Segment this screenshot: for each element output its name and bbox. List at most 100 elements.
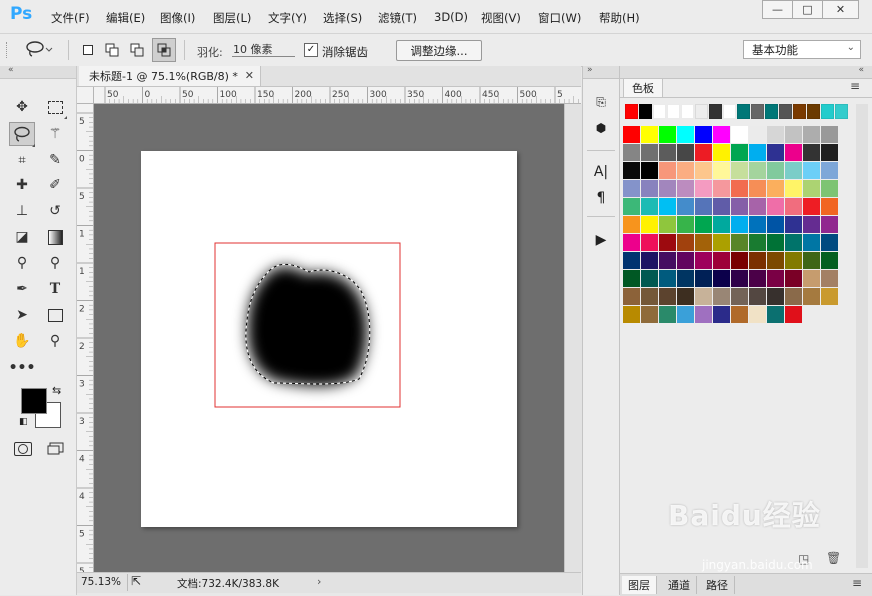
color-swatch[interactable] <box>713 306 730 323</box>
color-swatch[interactable] <box>821 216 838 233</box>
color-swatch[interactable] <box>821 234 838 251</box>
color-swatch[interactable] <box>731 270 748 287</box>
color-swatch[interactable] <box>713 180 730 197</box>
color-swatch[interactable] <box>695 270 712 287</box>
color-swatch[interactable] <box>623 216 640 233</box>
pen-tool[interactable]: ✒ <box>11 278 33 300</box>
color-swatch[interactable] <box>785 288 802 305</box>
clone-stamp-tool[interactable]: ⊥ <box>11 200 33 222</box>
menu-3d[interactable]: 3D(D) <box>434 10 468 24</box>
maximize-button[interactable]: □ <box>792 0 823 19</box>
color-swatch[interactable] <box>641 252 658 269</box>
paragraph-panel-button[interactable]: ¶ <box>591 188 611 208</box>
healing-brush-tool[interactable]: ✚ <box>11 174 33 196</box>
eraser-tool[interactable]: ◪ <box>11 226 33 248</box>
color-swatch[interactable] <box>749 144 766 161</box>
color-swatch[interactable] <box>713 234 730 251</box>
color-swatch[interactable] <box>803 270 820 287</box>
actions-panel-button[interactable]: ▶ <box>591 230 611 250</box>
quick-mask-button[interactable] <box>14 442 32 456</box>
vertical-scrollbar[interactable] <box>564 104 582 572</box>
recent-swatch[interactable] <box>681 104 694 119</box>
recent-swatch[interactable] <box>639 104 652 119</box>
color-swatch[interactable] <box>767 180 784 197</box>
color-swatch[interactable] <box>623 198 640 215</box>
color-swatch[interactable] <box>695 126 712 143</box>
color-swatch[interactable] <box>641 288 658 305</box>
recent-swatch[interactable] <box>807 104 820 119</box>
recent-swatch[interactable] <box>793 104 806 119</box>
color-swatch[interactable] <box>659 306 676 323</box>
add-to-selection-button[interactable] <box>102 40 122 60</box>
color-swatch[interactable] <box>677 270 694 287</box>
color-swatch[interactable] <box>641 306 658 323</box>
color-swatch[interactable] <box>785 162 802 179</box>
color-swatch[interactable] <box>731 252 748 269</box>
intersect-selection-button[interactable] <box>152 38 176 62</box>
color-swatch[interactable] <box>641 144 658 161</box>
color-swatch[interactable] <box>767 306 784 323</box>
color-swatch[interactable] <box>731 288 748 305</box>
color-swatch[interactable] <box>821 198 838 215</box>
color-swatch[interactable] <box>713 270 730 287</box>
color-swatch[interactable] <box>803 144 820 161</box>
color-swatch[interactable] <box>767 252 784 269</box>
color-swatch[interactable] <box>803 252 820 269</box>
color-swatch[interactable] <box>641 270 658 287</box>
zoom-level[interactable]: 75.13% <box>81 576 121 588</box>
color-swatch[interactable] <box>695 180 712 197</box>
swatches-tab[interactable]: 色板 <box>623 78 663 97</box>
color-swatch[interactable] <box>641 216 658 233</box>
color-swatch[interactable] <box>713 126 730 143</box>
color-swatch[interactable] <box>767 288 784 305</box>
color-swatch[interactable] <box>659 234 676 251</box>
recent-swatch[interactable] <box>835 104 848 119</box>
color-swatch[interactable] <box>659 288 676 305</box>
color-swatch[interactable] <box>767 198 784 215</box>
gradient-tool[interactable] <box>44 226 66 248</box>
menu-image[interactable]: 图像(I) <box>160 10 195 26</box>
color-swatch[interactable] <box>785 198 802 215</box>
color-swatch[interactable] <box>713 162 730 179</box>
color-swatch[interactable] <box>641 234 658 251</box>
color-swatch[interactable] <box>749 306 766 323</box>
color-swatch[interactable] <box>749 126 766 143</box>
menu-edit[interactable]: 编辑(E) <box>106 10 145 26</box>
color-swatch[interactable] <box>821 126 838 143</box>
marquee-tool[interactable] <box>44 96 66 118</box>
foreground-color-swatch[interactable] <box>21 388 47 414</box>
tab-paths[interactable]: 路径 <box>700 576 735 594</box>
workspace-select[interactable]: 基本功能 ⌄ <box>743 40 861 59</box>
path-selection-tool[interactable]: ➤ <box>11 304 33 326</box>
screen-mode-button[interactable] <box>47 442 64 455</box>
magic-wand-tool[interactable]: ⚚ <box>44 123 66 145</box>
expand-icon[interactable]: » <box>587 65 593 75</box>
color-swatch[interactable] <box>713 216 730 233</box>
dodge-tool[interactable]: ⚲ <box>44 252 66 274</box>
character-panel-button[interactable]: A| <box>591 162 611 182</box>
menu-select[interactable]: 选择(S) <box>323 10 362 26</box>
color-swatch[interactable] <box>785 252 802 269</box>
minimize-button[interactable]: — <box>762 0 793 19</box>
panel-menu-icon[interactable]: ≡ <box>852 576 862 590</box>
collapse-icon[interactable]: « <box>8 65 14 75</box>
color-swatch[interactable] <box>785 126 802 143</box>
color-swatch[interactable] <box>785 270 802 287</box>
color-swatch[interactable] <box>713 288 730 305</box>
color-swatch[interactable] <box>785 234 802 251</box>
history-brush-tool[interactable]: ↺ <box>44 200 66 222</box>
color-swatch[interactable] <box>677 144 694 161</box>
menu-filter[interactable]: 滤镜(T) <box>378 10 417 26</box>
menu-window[interactable]: 窗口(W) <box>538 10 581 26</box>
color-swatch[interactable] <box>677 288 694 305</box>
color-swatch[interactable] <box>821 252 838 269</box>
color-swatch[interactable] <box>659 252 676 269</box>
color-swatch[interactable] <box>677 306 694 323</box>
recent-swatch[interactable] <box>695 104 708 119</box>
color-swatch[interactable] <box>695 234 712 251</box>
color-swatch[interactable] <box>731 306 748 323</box>
color-swatch[interactable] <box>677 162 694 179</box>
move-tool[interactable]: ✥ <box>11 96 33 118</box>
color-swatch[interactable] <box>767 126 784 143</box>
color-swatch[interactable] <box>749 216 766 233</box>
